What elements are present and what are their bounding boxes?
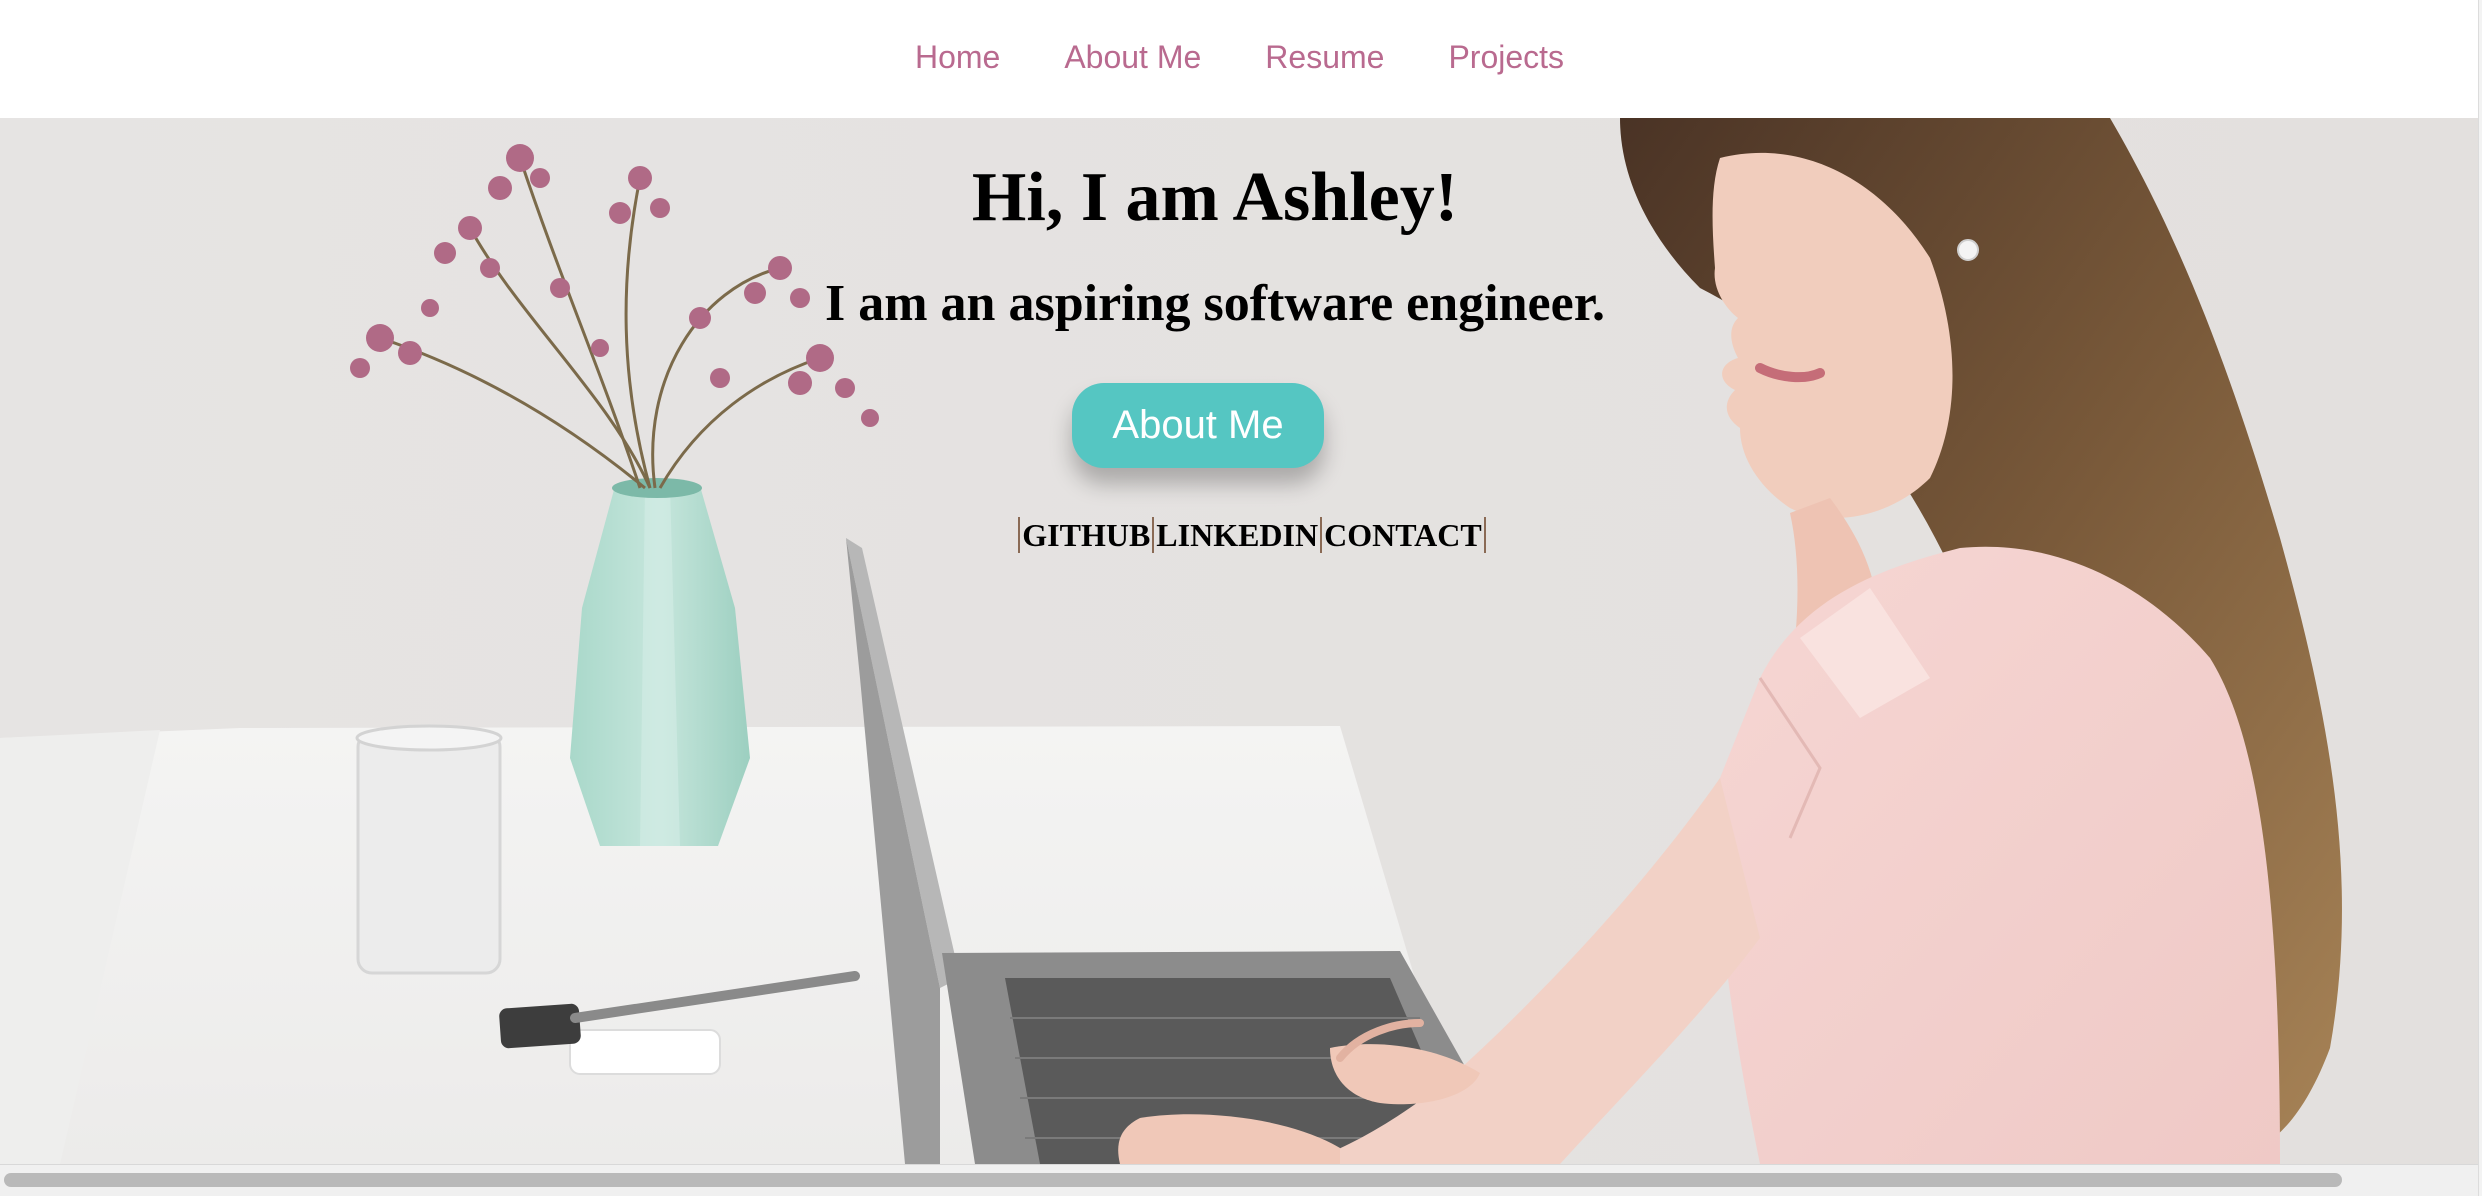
horizontal-scrollbar[interactable] — [0, 1164, 2478, 1196]
hero-section: Hi, I am Ashley! I am an aspiring softwa… — [0, 118, 2478, 1164]
contact-link[interactable]: CONTACT — [1320, 517, 1486, 553]
social-links: GITHUB LINKEDIN CONTACT — [0, 517, 2478, 554]
linkedin-link[interactable]: LINKEDIN — [1152, 517, 1321, 553]
top-nav: Home About Me Resume Projects — [0, 0, 2479, 118]
nav-projects-link[interactable]: Projects — [1448, 41, 1564, 73]
nav-resume-link[interactable]: Resume — [1265, 41, 1384, 73]
nav-home-link[interactable]: Home — [915, 41, 1000, 73]
horizontal-scrollbar-thumb[interactable] — [4, 1173, 2342, 1187]
about-me-button[interactable]: About Me — [1072, 383, 1324, 468]
github-link[interactable]: GITHUB — [1018, 517, 1153, 553]
hero-subtitle: I am an aspiring software engineer. — [825, 275, 1605, 332]
vertical-scroll-gutter — [2478, 0, 2482, 1196]
hero-title: Hi, I am Ashley! — [971, 159, 1459, 236]
nav-about-link[interactable]: About Me — [1064, 41, 1201, 73]
